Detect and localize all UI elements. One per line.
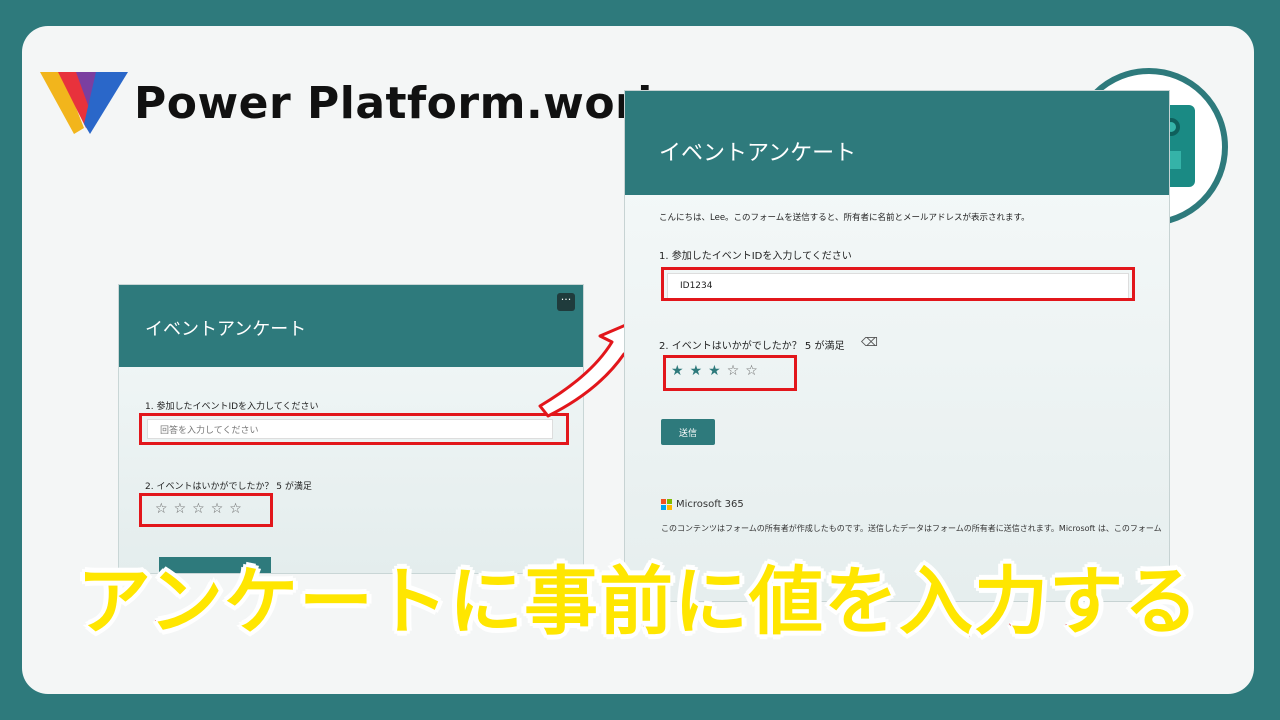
highlight-box bbox=[661, 267, 1135, 301]
brand-name: Power Platform.work bbox=[134, 77, 668, 129]
highlight-box bbox=[663, 355, 797, 391]
question-2-label: 2. イベントはいかがでしたか？ 5 が満足 bbox=[145, 482, 312, 492]
form-title: イベントアンケート bbox=[145, 319, 307, 340]
microsoft-365-brand: Microsoft 365 bbox=[661, 499, 744, 510]
question-1-label: 1. 参加したイベントIDを入力してください bbox=[145, 402, 319, 412]
greeting-text: こんにちは、Lee。このフォームを送信すると、所有者に名前とメールアドレスが表示… bbox=[659, 213, 1030, 223]
submit-button[interactable]: 送信 bbox=[661, 419, 715, 445]
headline: アンケートに事前に値を入力する bbox=[75, 558, 1200, 647]
form-after: イベントアンケート こんにちは、Lee。このフォームを送信すると、所有者に名前と… bbox=[624, 90, 1170, 602]
form-header: イベントアンケート ··· bbox=[119, 285, 583, 367]
microsoft-logo-icon bbox=[661, 499, 672, 510]
thumbnail-canvas: Power Platform.work F イベントアンケート ··· 1. 参… bbox=[22, 26, 1254, 694]
disclaimer-text: このコンテンツはフォームの所有者が作成したものです。送信したデータはフォームの所… bbox=[661, 524, 1162, 533]
power-platform-logo-icon bbox=[40, 72, 128, 134]
question-2-label: 2. イベントはいかがでしたか？ 5 が満足 bbox=[659, 341, 845, 352]
form-before: イベントアンケート ··· 1. 参加したイベントIDを入力してください 回答を… bbox=[118, 284, 584, 574]
highlight-box bbox=[139, 493, 273, 527]
question-1-label: 1. 参加したイベントIDを入力してください bbox=[659, 251, 852, 262]
form-header: イベントアンケート bbox=[625, 91, 1169, 195]
eraser-icon[interactable]: ⌫ bbox=[861, 335, 878, 349]
highlight-box bbox=[139, 413, 569, 445]
microsoft-365-label: Microsoft 365 bbox=[676, 499, 744, 510]
brand: Power Platform.work bbox=[40, 72, 667, 134]
form-title: イベントアンケート bbox=[659, 141, 857, 166]
